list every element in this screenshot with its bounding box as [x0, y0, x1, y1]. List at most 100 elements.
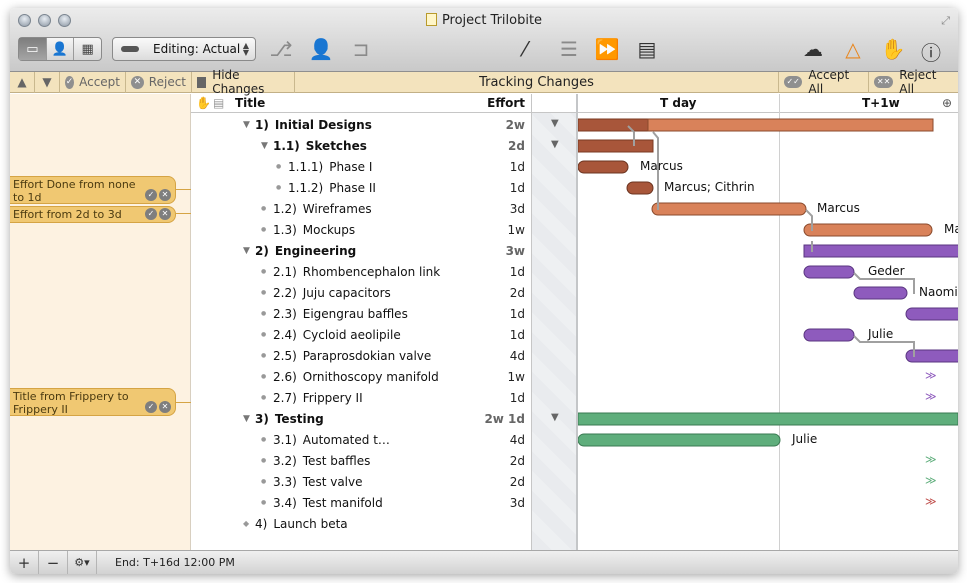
table-row[interactable]: ▼ 2) Engineering 3w — [191, 240, 531, 261]
task-bar[interactable] — [905, 307, 958, 321]
task-effort[interactable]: 3d — [510, 496, 525, 510]
reject-button[interactable]: ✕ Reject — [126, 71, 192, 93]
task-effort[interactable]: 2d — [510, 286, 525, 300]
table-row[interactable]: ● 2.6) Ornithoscopy manifold 1w — [191, 366, 531, 387]
table-row[interactable]: ▼ 3) Testing 2w 1d — [191, 408, 531, 429]
table-row[interactable]: ● 1.2) Wireframes 3d — [191, 198, 531, 219]
task-effort[interactable]: 1d — [510, 160, 525, 174]
resource-view-icon[interactable]: 👤 — [47, 38, 75, 60]
table-row[interactable]: ● 3.2) Test baffles 2d — [191, 450, 531, 471]
offscreen-task-chevron-icon[interactable]: ≫ — [925, 390, 937, 403]
accept-change-icon[interactable]: ✓ — [145, 401, 157, 413]
task-effort[interactable]: 3d — [510, 202, 525, 216]
task-title[interactable]: Test baffles — [303, 454, 371, 468]
table-row[interactable]: ● 1.1.1) Phase I 1d — [191, 156, 531, 177]
catch-up-icon[interactable]: ⏩ — [592, 37, 622, 61]
task-title[interactable]: Launch beta — [273, 517, 347, 531]
previous-change-button[interactable]: ▲ — [10, 71, 35, 93]
editing-mode-popup[interactable]: Editing: Actual ▲ ▼ — [112, 37, 256, 61]
task-effort[interactable]: 1d — [510, 328, 525, 342]
table-row[interactable]: ◆ 4) Launch beta — [191, 513, 531, 534]
gantt-view-icon[interactable]: ▭ — [19, 38, 47, 60]
publish-cloud-icon[interactable]: ☁ — [798, 37, 828, 61]
offscreen-task-chevron-icon[interactable]: ≫ — [925, 453, 937, 466]
table-row[interactable]: ● 1.3) Mockups 1w — [191, 219, 531, 240]
task-bar[interactable] — [803, 265, 855, 279]
table-row[interactable]: ▼ 1.1) Sketches 2d — [191, 135, 531, 156]
task-title[interactable]: Juju capacitors — [303, 286, 391, 300]
task-title[interactable]: Sketches — [306, 139, 367, 153]
task-effort[interactable]: 2w — [506, 118, 525, 132]
task-effort[interactable]: 2d — [508, 139, 525, 153]
task-effort[interactable]: 1d — [510, 265, 525, 279]
table-row[interactable]: ● 3.1) Automated t… 4d — [191, 429, 531, 450]
task-effort[interactable]: 1w — [508, 223, 525, 237]
hide-changes-button[interactable]: Hide Changes — [192, 68, 295, 96]
effort-column-header[interactable]: Effort — [487, 96, 525, 110]
task-title[interactable]: Wireframes — [303, 202, 372, 216]
fullscreen-icon[interactable]: ⤢ — [941, 14, 950, 28]
table-row[interactable]: ▼ 1) Initial Designs 2w — [191, 114, 531, 135]
task-title[interactable]: Eigengrau baffles — [303, 307, 408, 321]
group-bar-testing[interactable] — [578, 412, 958, 426]
task-effort[interactable]: 3w — [506, 244, 525, 258]
assign-resource-icon[interactable]: ⁄ — [510, 37, 540, 61]
task-title[interactable]: Test valve — [303, 475, 363, 489]
table-row[interactable]: ● 2.1) Rhombencephalon link 1d — [191, 261, 531, 282]
disclosure-triangle-icon[interactable]: ▼ — [243, 414, 255, 424]
task-title[interactable]: Rhombencephalon link — [303, 265, 440, 279]
calendar-view-icon[interactable]: ▦ — [74, 38, 101, 60]
task-bar[interactable] — [578, 433, 781, 447]
reject-change-icon[interactable]: ✕ — [159, 189, 171, 201]
task-bar[interactable] — [803, 223, 933, 237]
gear-menu-button[interactable]: ⚙▾ — [68, 550, 97, 574]
change-bubble[interactable]: Title from Frippery to Frippery II ✓ ✕ — [10, 388, 176, 416]
connect-tasks-icon[interactable]: ⎇ — [266, 37, 296, 61]
gantt-disclosure-triangle-icon[interactable]: ▼ — [551, 139, 559, 150]
task-title[interactable]: Initial Designs — [275, 118, 372, 132]
offscreen-task-chevron-icon[interactable]: ≫ — [925, 474, 937, 487]
task-title[interactable]: Paraprosdokian valve — [303, 349, 432, 363]
task-effort[interactable]: 2w 1d — [484, 412, 525, 426]
task-title[interactable]: Automated t… — [303, 433, 390, 447]
view-mode-segmented-control[interactable]: ▭ 👤 ▦ — [18, 37, 102, 61]
task-title[interactable]: Testing — [275, 412, 324, 426]
task-title[interactable]: Phase I — [329, 160, 372, 174]
title-column-header[interactable]: Title — [235, 96, 265, 110]
violations-warning-icon[interactable]: △ — [838, 37, 868, 61]
task-title[interactable]: Ornithoscopy manifold — [303, 370, 439, 384]
group-bar-engineering[interactable] — [803, 244, 958, 258]
disclosure-triangle-icon[interactable]: ▼ — [243, 120, 255, 130]
task-title[interactable]: Engineering — [275, 244, 356, 258]
task-effort[interactable]: 1d — [510, 391, 525, 405]
change-bubble[interactable]: Effort Done from none to 1d ✓ ✕ — [10, 176, 176, 204]
group-bar-initial-designs[interactable] — [647, 118, 934, 132]
task-bar[interactable] — [651, 202, 807, 216]
table-row[interactable]: ● 2.4) Cycloid aeolipile 1d — [191, 324, 531, 345]
task-title[interactable]: Mockups — [303, 223, 355, 237]
accept-button[interactable]: ✓ Accept — [60, 71, 126, 93]
task-bar[interactable] — [853, 286, 908, 300]
add-resource-icon[interactable]: 👤 — [306, 37, 336, 61]
gantt-disclosure-triangle-icon[interactable]: ▼ — [551, 412, 559, 423]
reject-change-icon[interactable]: ✕ — [159, 401, 171, 413]
add-task-button[interactable]: + — [10, 550, 39, 574]
stop-hand-icon[interactable]: ✋ — [878, 37, 908, 61]
table-row[interactable]: ● 2.7) Frippery II 1d — [191, 387, 531, 408]
task-effort[interactable]: 4d — [510, 433, 525, 447]
task-bar[interactable] — [578, 160, 629, 174]
disclosure-triangle-icon[interactable]: ▼ — [261, 141, 273, 151]
gantt-disclosure-triangle-icon[interactable]: ▼ — [551, 118, 559, 129]
next-change-button[interactable]: ▼ — [35, 71, 60, 93]
task-effort[interactable]: 1w — [508, 370, 525, 384]
offscreen-task-chevron-icon[interactable]: ≫ — [925, 495, 937, 508]
accept-all-button[interactable]: ✓✓ Accept All — [778, 68, 868, 96]
reject-all-button[interactable]: ✕✕ Reject All — [868, 68, 958, 96]
table-row[interactable]: ● 1.1.2) Phase II 1d — [191, 177, 531, 198]
milestone-icon[interactable]: ⊐ — [346, 37, 376, 61]
group-bar-initial-designs-done[interactable] — [578, 118, 649, 132]
disclosure-triangle-icon[interactable]: ▼ — [243, 246, 255, 256]
task-effort[interactable]: 1d — [510, 181, 525, 195]
table-row[interactable]: ● 2.3) Eigengrau baffles 1d — [191, 303, 531, 324]
task-title[interactable]: Phase II — [329, 181, 376, 195]
